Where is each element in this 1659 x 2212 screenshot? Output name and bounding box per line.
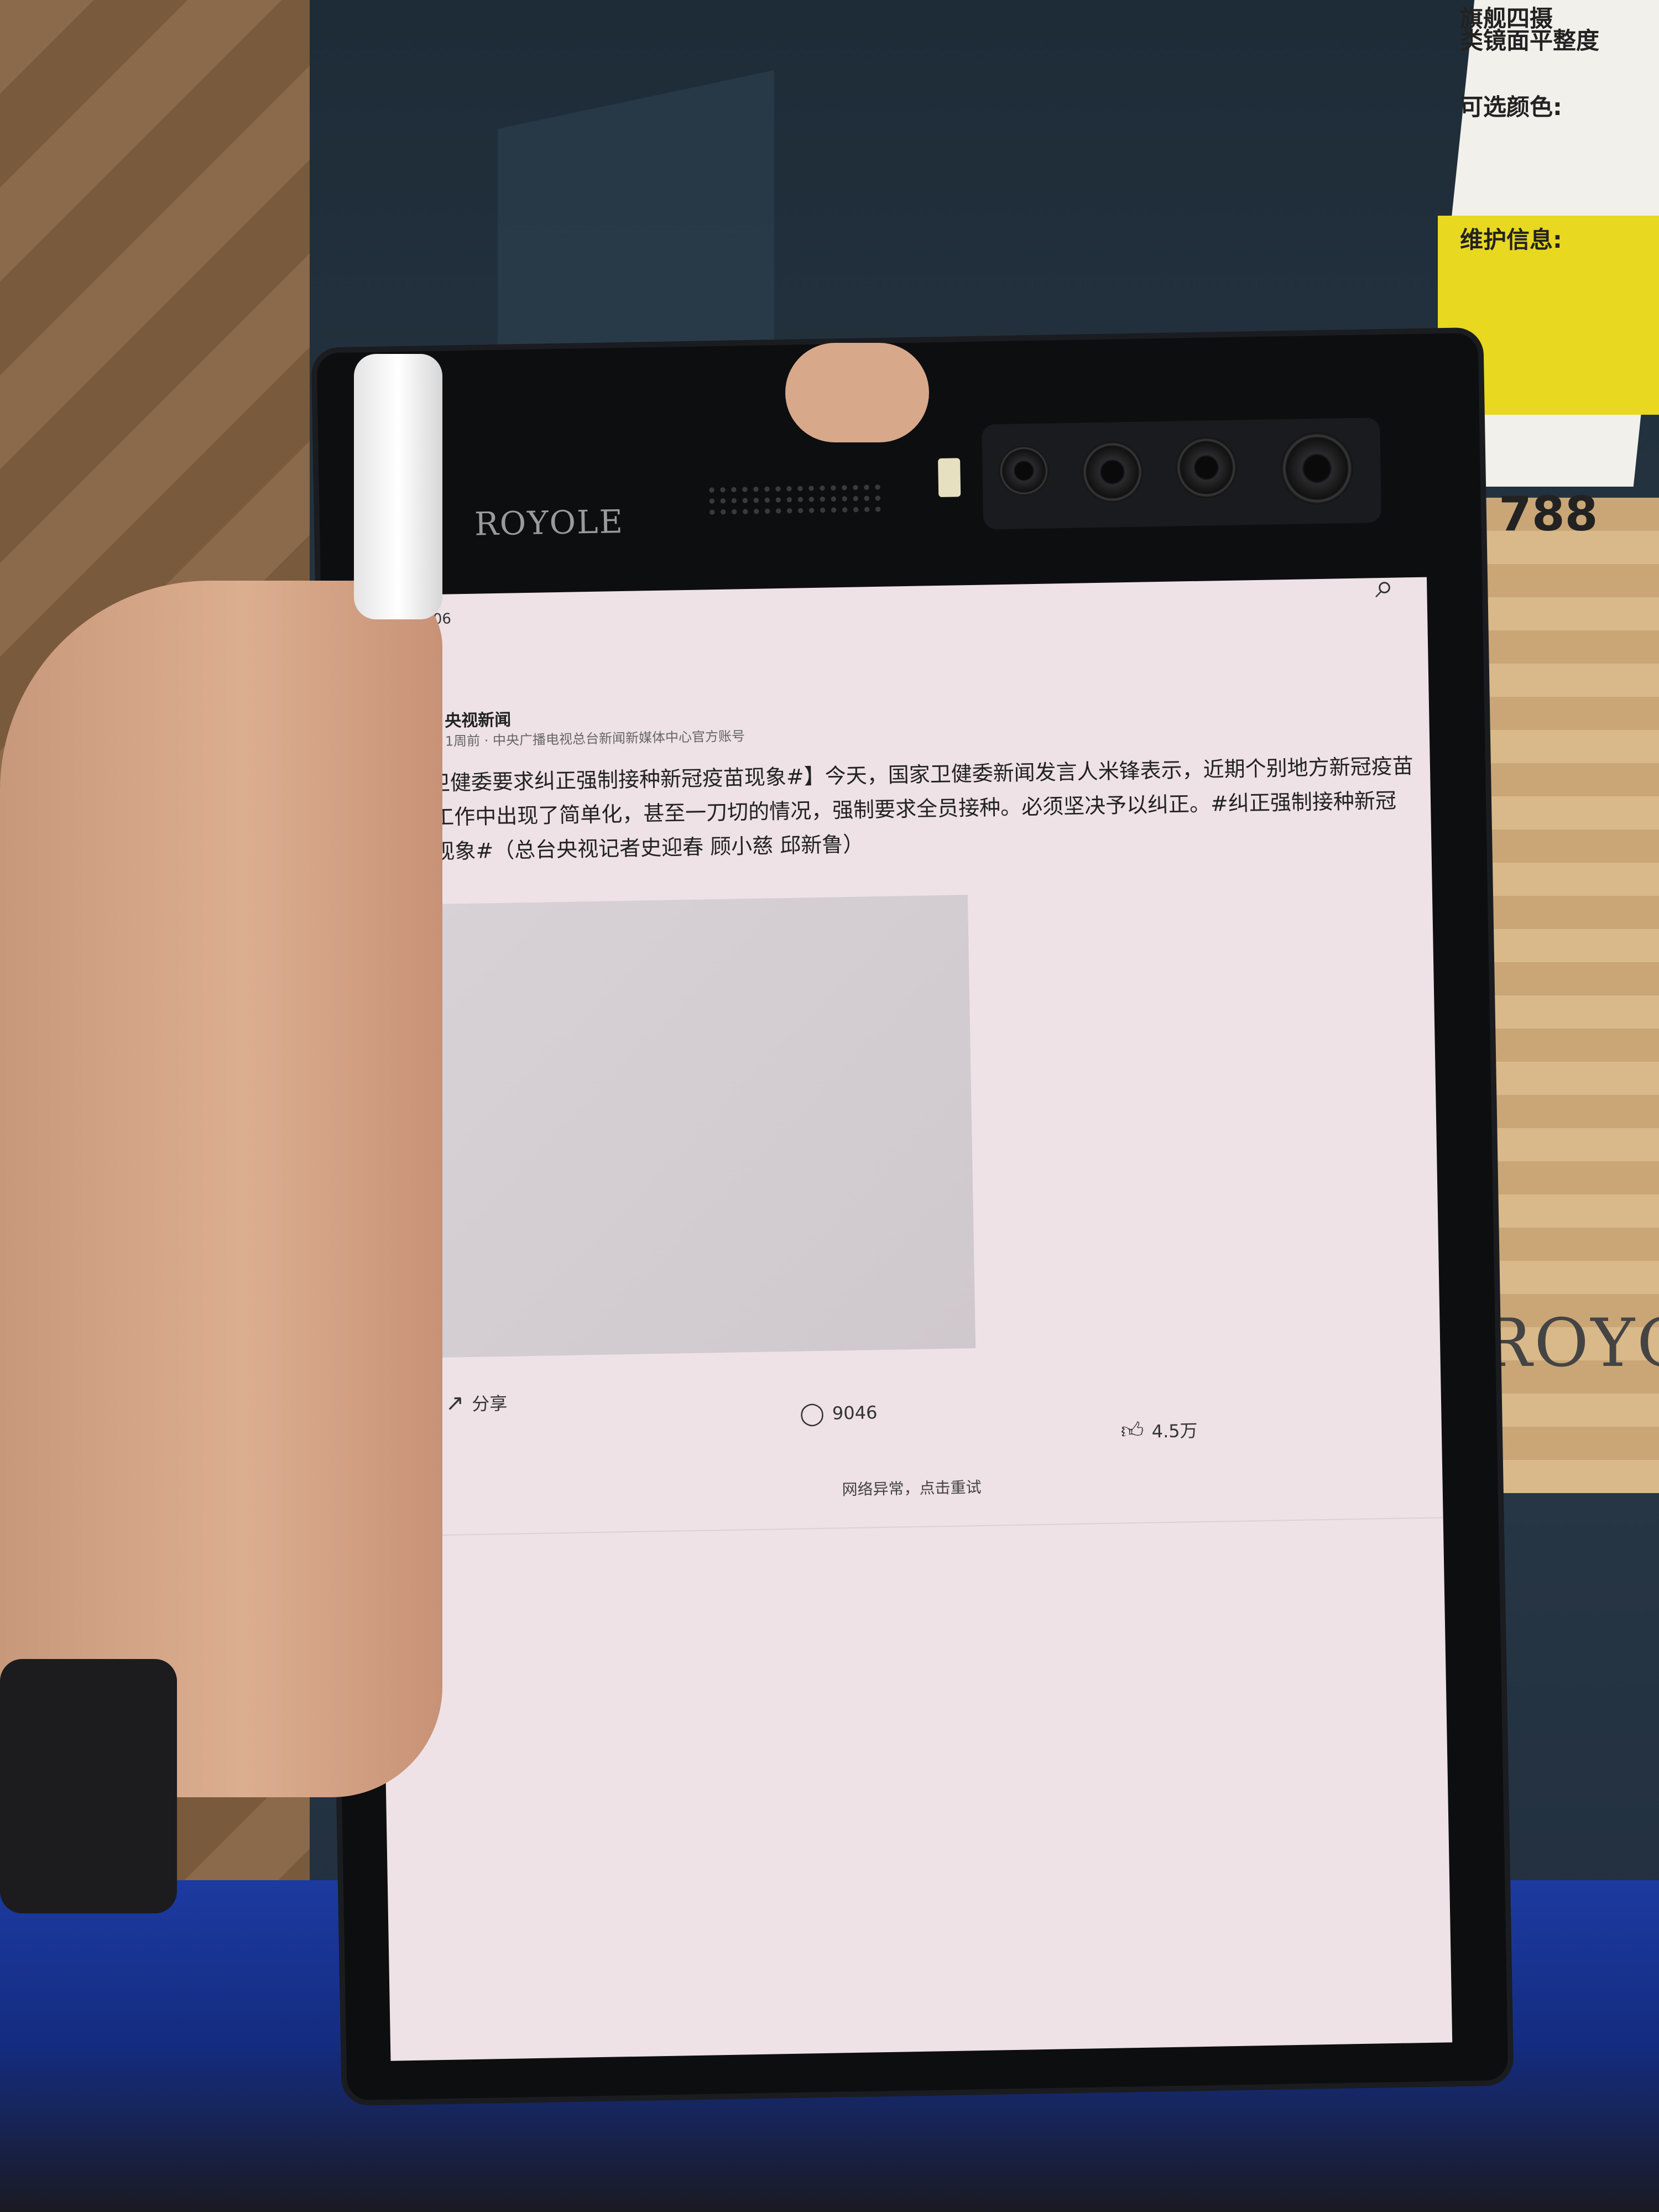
- store-sign: ROYOLE: [1482, 1305, 1659, 1382]
- tablet-device: ROYOLE ▣ 13:06 ⌕ ‹ 央视新闻 1周前 · 中央广播电视总台新闻…: [316, 332, 1509, 2101]
- post-header: 央视新闻 1周前 · 中央广播电视总台新闻新媒体中心官方账号: [389, 688, 1407, 761]
- security-cable: [354, 354, 442, 619]
- share-icon: ↗: [445, 1390, 465, 1416]
- holding-hand: [0, 581, 442, 1797]
- comment-count: 9046: [832, 1402, 878, 1424]
- camera-module: [982, 418, 1382, 530]
- wristwatch: [0, 1659, 177, 1913]
- camera-lens-1: [998, 445, 1050, 497]
- like-button[interactable]: 👍︎ 4.5万: [1120, 1416, 1198, 1444]
- status-bar: ▣ 13:06: [388, 588, 1406, 639]
- camera-lens-4: [1280, 431, 1354, 505]
- photo-scene: 旗舰四摄 类镜面平整度 可选颜色: 维护信息: 788 ROYOLE ROYOL…: [0, 0, 1659, 2212]
- device-screen: ▣ 13:06 ⌕ ‹ 央视新闻 1周前 · 中央广播电视总台新闻新媒体中心官方…: [365, 577, 1453, 2061]
- post-actions: ↗ 分享 ◯ 9046 👍︎ 4.5万: [401, 1374, 1420, 1458]
- thumb: [785, 343, 929, 442]
- post-media[interactable]: [393, 895, 976, 1359]
- speaker-grille: [706, 481, 884, 518]
- card-line-2: 类镜面平整度: [1460, 27, 1600, 54]
- card-line-3: 可选颜色:: [1460, 93, 1562, 121]
- camera-lens-3: [1175, 436, 1238, 499]
- thumbs-up-icon: 👍︎: [1120, 1417, 1145, 1444]
- share-button[interactable]: ↗ 分享: [445, 1390, 507, 1416]
- comment-icon: ◯: [799, 1400, 825, 1427]
- divider: [381, 1517, 1443, 1537]
- post-body: 【#卫健委要求纠正强制接种新冠疫苗现象#】今天，国家卫健委新闻发言人米锋表示，近…: [390, 754, 1413, 865]
- camera-lens-2: [1081, 441, 1144, 503]
- camera-flash: [938, 458, 961, 497]
- device-brand-logo: ROYOLE: [474, 502, 624, 543]
- network-error-retry[interactable]: 网络异常，点击重试: [380, 1467, 1442, 1508]
- share-label: 分享: [471, 1392, 508, 1415]
- post-author[interactable]: 央视新闻: [445, 706, 512, 732]
- card-line-4: 维护信息:: [1460, 226, 1562, 253]
- card-price: 788: [1499, 487, 1598, 542]
- search-icon[interactable]: ⌕: [1375, 577, 1394, 606]
- like-count: 4.5万: [1151, 1420, 1198, 1442]
- comment-button[interactable]: ◯ 9046: [799, 1400, 878, 1427]
